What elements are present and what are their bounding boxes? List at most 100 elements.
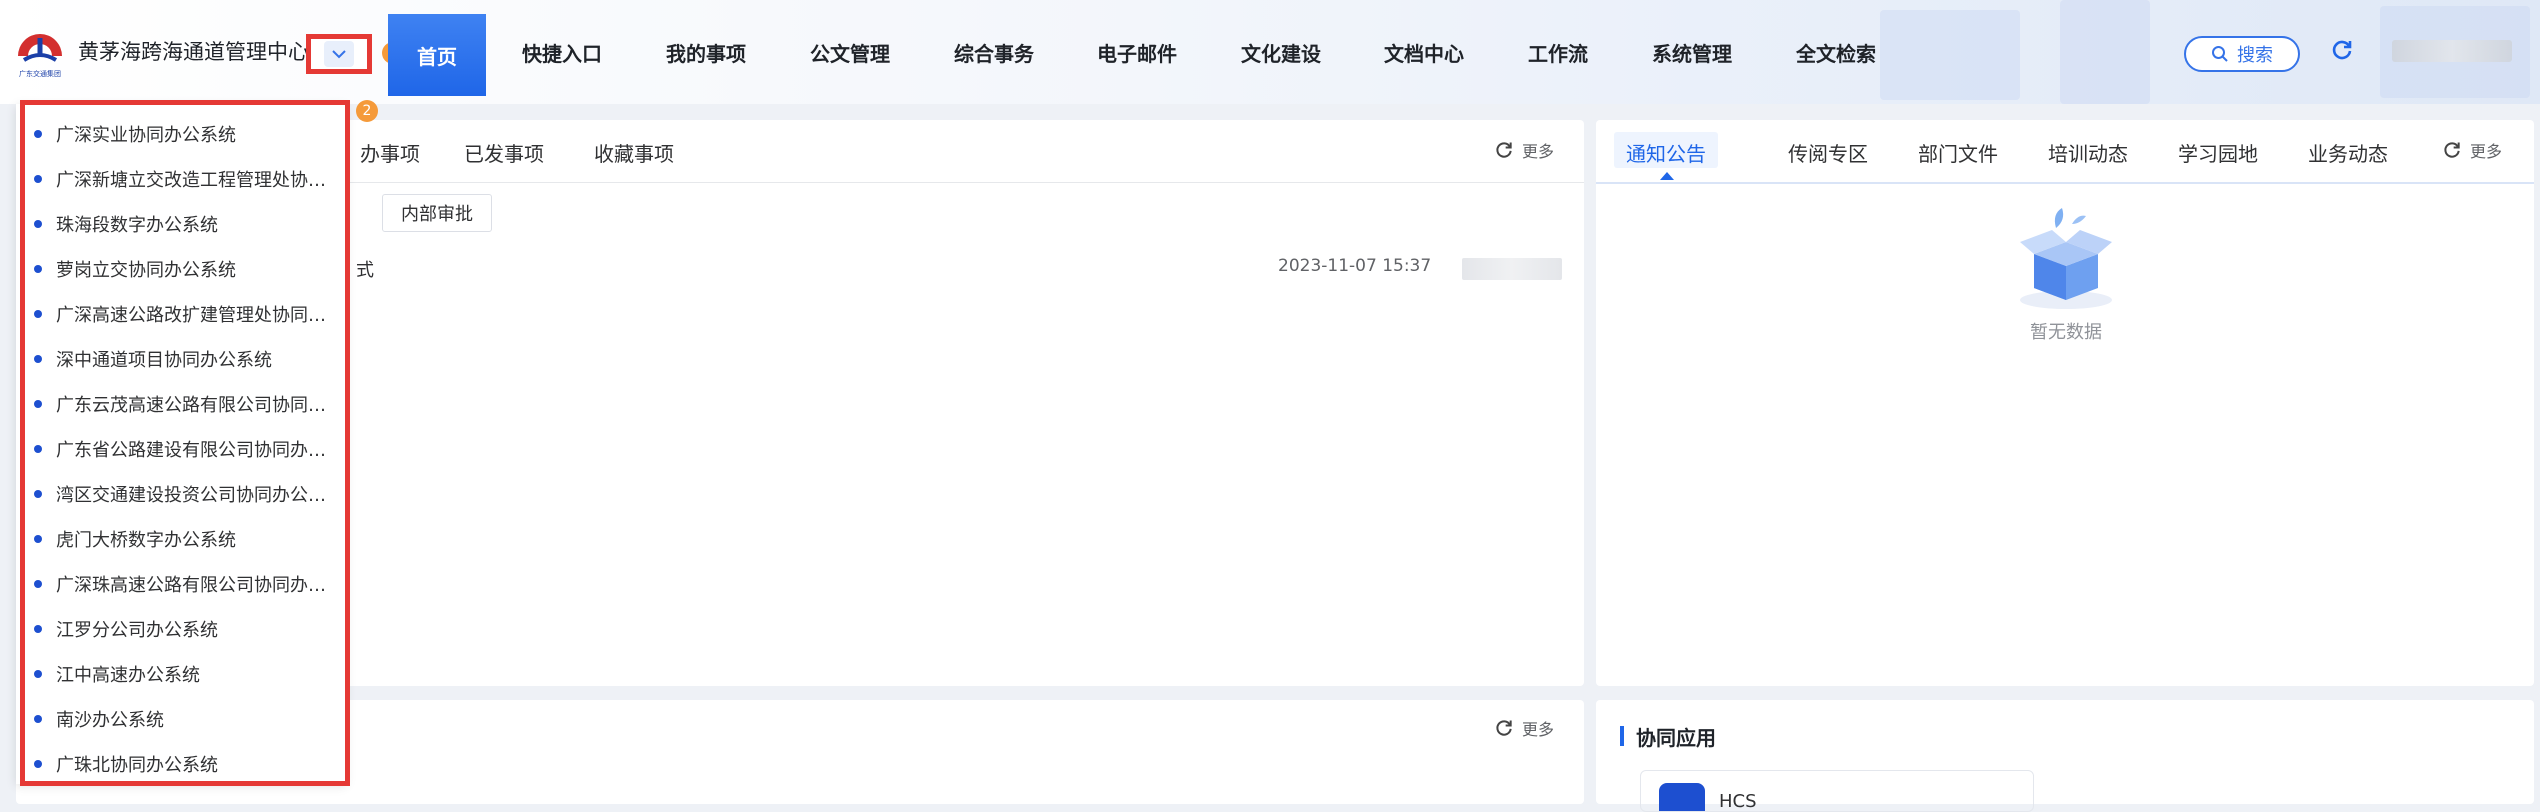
- nav-workflow[interactable]: 工作流: [1528, 38, 1588, 67]
- bullet-icon: [34, 310, 42, 318]
- bullet-icon: [34, 715, 42, 723]
- bullet-icon: [34, 175, 42, 183]
- dropdown-item[interactable]: 广深珠高速公路有限公司协同办公系统: [30, 569, 340, 599]
- header-decoration: [1880, 10, 2020, 100]
- dropdown-item-label: 湾区交通建设投资公司协同办公系统: [56, 485, 338, 506]
- nav-general-affairs[interactable]: 综合事务: [954, 38, 1034, 67]
- tasks-more-link[interactable]: 更多: [1494, 138, 1554, 162]
- dropdown-item[interactable]: 江罗分公司办公系统: [30, 614, 340, 644]
- notice-panel: 通知公告 传阅专区 部门文件 培训动态 学习园地 业务动态 更多 暂无数据: [1596, 120, 2534, 686]
- bullet-icon: [34, 490, 42, 498]
- refresh-icon: [1496, 720, 1512, 736]
- dropdown-item-label: 虎门大桥数字办公系统: [56, 530, 236, 551]
- dropdown-item-label: 广东省公路建设有限公司协同办公系统: [56, 440, 338, 461]
- nav-doc-center[interactable]: 文档中心: [1384, 38, 1464, 67]
- notice-more-link[interactable]: 更多: [2442, 138, 2502, 162]
- dropdown-item-label: 深中通道项目协同办公系统: [56, 350, 272, 371]
- dropdown-item-label: 广珠北协同办公系统: [56, 755, 218, 776]
- user-info-blurred[interactable]: [2392, 40, 2512, 62]
- more-label: 更多: [2470, 142, 2503, 161]
- dropdown-item-label: 广深实业协同办公系统: [56, 125, 236, 146]
- bullet-icon: [34, 355, 42, 363]
- task-row-title[interactable]: 式: [356, 256, 374, 282]
- dropdown-item[interactable]: 虎门大桥数字办公系统: [30, 524, 340, 554]
- step-badge-2: 2: [356, 100, 378, 122]
- search-button[interactable]: 搜索: [2184, 36, 2300, 72]
- dropdown-item[interactable]: 江中高速办公系统: [30, 659, 340, 689]
- section-title-bar: [1620, 726, 1624, 746]
- bullet-icon: [34, 625, 42, 633]
- filter-chip-internal-approval[interactable]: 内部审批: [382, 194, 492, 232]
- dropdown-item-label: 江罗分公司办公系统: [56, 620, 218, 641]
- apps-title: 协同应用: [1636, 726, 1716, 750]
- empty-data-text: 暂无数据: [2030, 322, 2102, 343]
- app-card[interactable]: HCS: [1640, 770, 2034, 812]
- bullet-icon: [34, 580, 42, 588]
- apps-panel: 协同应用 HCS: [1596, 700, 2534, 812]
- bullet-icon: [34, 130, 42, 138]
- header-decoration: [2060, 0, 2150, 104]
- tab-department-files[interactable]: 部门文件: [1918, 138, 1998, 167]
- bullet-icon: [34, 535, 42, 543]
- dropdown-item[interactable]: 广深实业协同办公系统: [30, 119, 340, 149]
- logo-caption: 广东交通集团: [19, 69, 61, 78]
- tab-notice[interactable]: 通知公告: [1626, 138, 1706, 167]
- empty-box-icon: [2020, 208, 2112, 309]
- bullet-icon: [34, 445, 42, 453]
- tab-learning[interactable]: 学习园地: [2178, 138, 2258, 167]
- dropdown-item[interactable]: 南沙办公系统: [30, 704, 340, 734]
- nav-culture[interactable]: 文化建设: [1241, 38, 1321, 67]
- bullet-icon: [34, 400, 42, 408]
- tab-sent-items[interactable]: 已发事项: [464, 138, 544, 167]
- refresh-icon[interactable]: [2330, 38, 2354, 62]
- nav-official-docs[interactable]: 公文管理: [810, 38, 890, 67]
- chevron-down-icon: [324, 41, 354, 67]
- dropdown-item-label: 南沙办公系统: [56, 710, 164, 731]
- dropdown-item-label: 广深珠高速公路有限公司协同办公系统: [56, 575, 338, 596]
- dropdown-item[interactable]: 广深高速公路改扩建管理处协同管理系统: [30, 299, 340, 329]
- tab-business-news[interactable]: 业务动态: [2308, 138, 2388, 167]
- task-row-time: 2023-11-07 15:37: [1278, 256, 1432, 276]
- nav-fulltext-search[interactable]: 全文检索: [1796, 38, 1876, 67]
- dropdown-item-label: 萝岗立交协同办公系统: [56, 260, 236, 281]
- tab-training[interactable]: 培训动态: [2048, 138, 2128, 167]
- dropdown-item[interactable]: 广珠北协同办公系统: [30, 749, 340, 779]
- dropdown-item-label: 广深高速公路改扩建管理处协同管理系统: [56, 305, 338, 326]
- dropdown-item-label: 珠海段数字办公系统: [56, 215, 218, 236]
- tab-circulation[interactable]: 传阅专区: [1788, 138, 1868, 167]
- tab-divider: [1596, 182, 2534, 184]
- nav-email[interactable]: 电子邮件: [1097, 38, 1177, 67]
- dropdown-item[interactable]: 广东云茂高速公路有限公司协同办公系统: [30, 389, 340, 419]
- nav-home[interactable]: 首页: [388, 14, 486, 96]
- dropdown-item[interactable]: 深中通道项目协同办公系统: [30, 344, 340, 374]
- dropdown-item[interactable]: 萝岗立交协同办公系统: [30, 254, 340, 284]
- more-label: 更多: [1522, 142, 1555, 161]
- task-row-sender-blurred: [1462, 258, 1562, 280]
- system-switch-button[interactable]: [306, 34, 372, 74]
- more-label: 更多: [1522, 720, 1555, 739]
- lower-more-link[interactable]: 更多: [1494, 716, 1554, 740]
- dropdown-item[interactable]: 珠海段数字办公系统: [30, 209, 340, 239]
- dropdown-item[interactable]: 湾区交通建设投资公司协同办公系统: [30, 479, 340, 509]
- tab-active-indicator: [1660, 172, 1674, 180]
- nav-my-items[interactable]: 我的事项: [666, 38, 746, 67]
- refresh-icon: [2444, 142, 2460, 158]
- app-icon: [1659, 783, 1705, 811]
- app-name: HCS: [1719, 791, 1757, 812]
- bullet-icon: [34, 670, 42, 678]
- org-title: 黄茅海跨海通道管理中心: [78, 40, 309, 64]
- logo-icon: 广东交通集团: [18, 34, 62, 78]
- nav-system-admin[interactable]: 系统管理: [1652, 38, 1732, 67]
- search-label: 搜索: [2237, 45, 2273, 66]
- bullet-icon: [34, 265, 42, 273]
- dropdown-item-label: 广东云茂高速公路有限公司协同办公系统: [56, 395, 338, 416]
- tab-favorite-items[interactable]: 收藏事项: [594, 138, 674, 167]
- dropdown-item-label: 广深新塘立交改造工程管理处协同办公系统: [56, 170, 338, 191]
- nav-quick-entry[interactable]: 快捷入口: [522, 38, 602, 67]
- refresh-icon: [1496, 142, 1512, 158]
- dropdown-item[interactable]: 广深新塘立交改造工程管理处协同办公系统: [30, 164, 340, 194]
- dropdown-item[interactable]: 广东省公路建设有限公司协同办公系统: [30, 434, 340, 464]
- tab-pending-items[interactable]: 办事项: [360, 138, 420, 167]
- search-icon: [2212, 46, 2228, 62]
- system-switch-dropdown: 广深实业协同办公系统广深新塘立交改造工程管理处协同办公系统珠海段数字办公系统萝岗…: [16, 104, 346, 784]
